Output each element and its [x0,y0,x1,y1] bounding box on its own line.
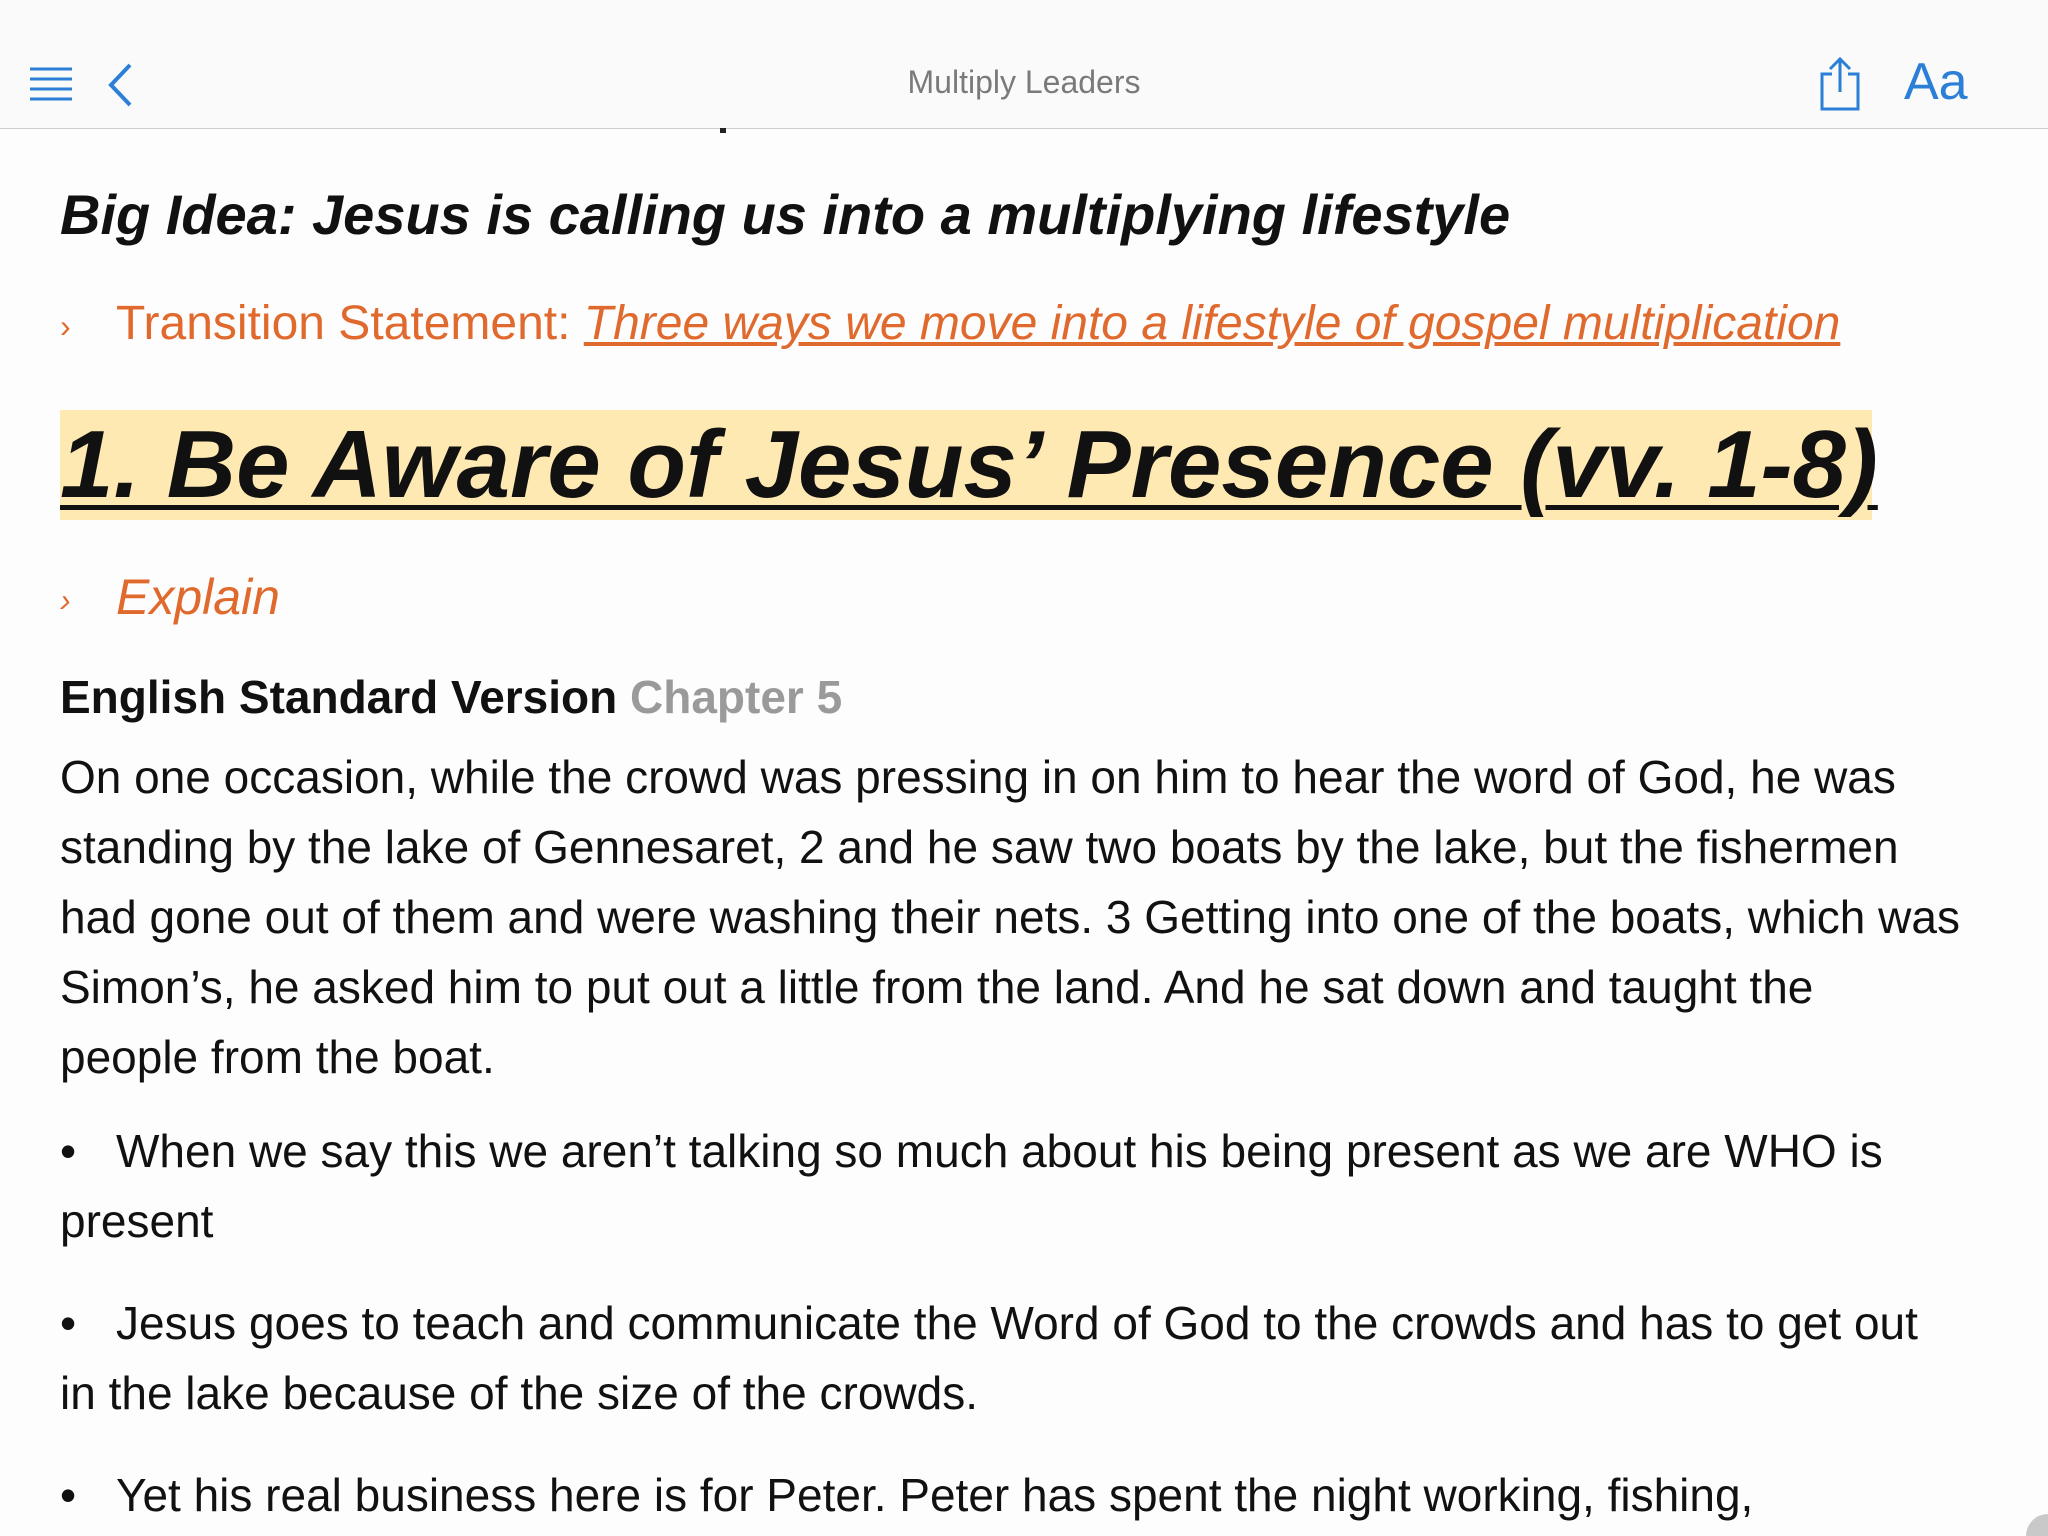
transition-link[interactable]: Three ways we move into a lifestyle of g… [584,297,1841,350]
scroll-indicator[interactable] [2026,1514,2048,1536]
list-item: • Yet his real business here is for Peter… [60,1460,1960,1530]
cutoff-text-fragment [720,128,726,133]
list-item-text: When we say this we aren’t talking so mu… [60,1125,1883,1247]
explain-text: Explain [116,569,280,625]
bullet-icon: • [60,1125,77,1177]
chevron-right-icon: › [60,307,71,344]
share-icon[interactable] [1818,56,1862,112]
list-item-text: Yet his real business here is for Peter.… [116,1469,1754,1521]
document-title: Multiply Leaders [907,64,1141,100]
chapter-label: Chapter 5 [630,671,843,723]
section-heading: 1. Be Aware of Jesus’ Presence (vv. 1-8) [60,410,1878,520]
list-item: • Jesus goes to teach and communicate the… [60,1288,1960,1428]
font-settings-button[interactable]: Aa [1904,56,1968,108]
transition-label: Transition Statement: [116,297,584,350]
version-name: English Standard Version [60,671,618,723]
explain-label: › Explain [60,568,280,626]
bullet-icon: • [60,1297,77,1349]
scripture-passage: On one occasion, while the crowd was pre… [60,751,1960,1083]
bible-version-header: English Standard Version Chapter 5 [60,670,842,724]
navigation-bar: Multiply Leaders Aa [0,0,2048,129]
transition-statement: › Transition Statement: Three ways we mov… [60,296,1840,351]
list-item: • When we say this we aren’t talking so m… [60,1116,1960,1256]
list-item-text: Jesus goes to teach and communicate the … [60,1297,1918,1419]
bullet-icon: • [60,1469,77,1521]
chevron-right-icon: › [60,582,71,619]
big-idea-heading: Big Idea: Jesus is calling us into a mul… [60,183,1511,246]
